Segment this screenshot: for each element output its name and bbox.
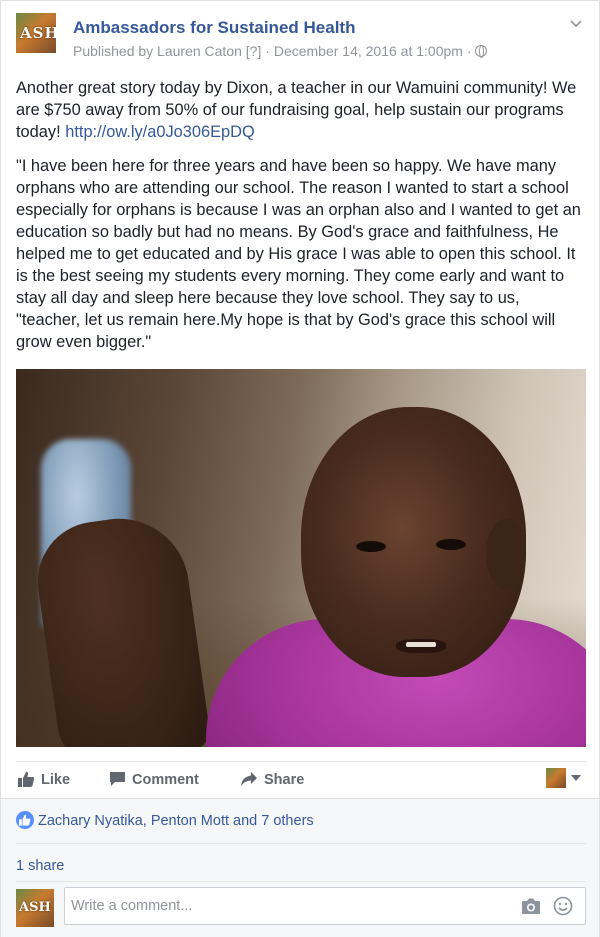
likers-text[interactable]: Zachary Nyatika, Penton Mott and 7 other… <box>38 813 314 829</box>
shares-count[interactable]: 1 share <box>16 858 64 874</box>
commenter-avatar-text: ASH <box>19 900 51 915</box>
page-avatar[interactable]: ASH <box>16 13 56 53</box>
post-link[interactable]: http://ow.ly/a0Jo306EpDQ <box>65 123 255 141</box>
post-footer: Zachary Nyatika, Penton Mott and 7 other… <box>1 798 599 937</box>
post-as-page-selector[interactable] <box>546 768 582 788</box>
help-marker[interactable]: [?] <box>246 43 262 59</box>
avatar-logo-text: ASH <box>20 24 56 42</box>
caret-down-icon <box>571 775 581 781</box>
share-button[interactable]: Share <box>240 771 304 788</box>
globe-icon[interactable] <box>475 45 488 58</box>
footer-divider-2 <box>16 881 586 882</box>
comment-input[interactable] <box>71 896 501 916</box>
meta-separator: · <box>265 43 270 59</box>
post-header: ASH Ambassadors for Sustained Health Pub… <box>16 13 586 63</box>
reactions-summary[interactable]: Zachary Nyatika, Penton Mott and 7 other… <box>16 811 314 829</box>
like-label: Like <box>41 772 71 788</box>
like-reaction-icon <box>16 811 34 829</box>
comment-label: Comment <box>132 772 199 788</box>
post-intro-paragraph: Another great story today by Dixon, a te… <box>16 77 586 143</box>
post-quote: "I have been here for three years and ha… <box>16 157 581 351</box>
published-by[interactable]: Published by Lauren Caton <box>73 43 242 59</box>
comment-button[interactable]: Comment <box>109 771 199 788</box>
meta-separator-2: · <box>466 43 472 59</box>
photo-teeth <box>406 642 436 647</box>
post-body: Another great story today by Dixon, a te… <box>16 77 586 365</box>
post-meta: Published by Lauren Caton [?] · December… <box>73 43 488 59</box>
comment-composer[interactable] <box>64 887 586 925</box>
share-arrow-icon <box>241 772 257 786</box>
photo-ear <box>486 519 526 589</box>
comment-bubble-icon <box>110 772 125 786</box>
page-name-link[interactable]: Ambassadors for Sustained Health <box>73 18 355 38</box>
chevron-down-icon[interactable] <box>568 15 584 31</box>
facebook-post-card: ASH Ambassadors for Sustained Health Pub… <box>0 0 600 937</box>
thumbs-up-icon <box>18 771 35 787</box>
emoji-icon[interactable] <box>553 896 573 916</box>
camera-icon[interactable] <box>521 897 541 915</box>
page-mini-avatar <box>546 768 566 788</box>
post-photo[interactable] <box>16 369 586 747</box>
footer-divider <box>16 843 586 844</box>
photo-eye-right <box>436 539 466 550</box>
photo-arm <box>30 509 212 747</box>
commenter-avatar: ASH <box>16 889 54 927</box>
photo-eye-left <box>356 541 386 552</box>
post-date[interactable]: December 14, 2016 at 1:00pm <box>274 43 463 59</box>
post-actions-bar: Like Comment Share <box>16 761 586 797</box>
share-label: Share <box>264 772 305 788</box>
like-button[interactable]: Like <box>18 771 70 788</box>
